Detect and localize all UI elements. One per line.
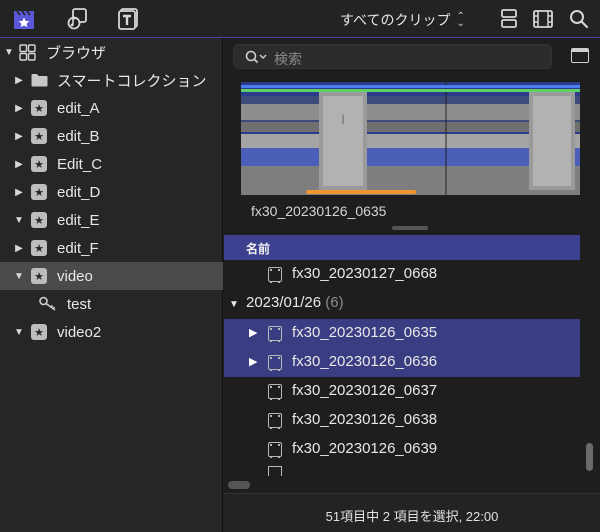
sidebar-item-label: edit_E bbox=[57, 211, 100, 229]
film-clip-icon bbox=[268, 442, 282, 458]
svg-text:|: | bbox=[341, 114, 344, 125]
disclosure-collapsed-icon[interactable]: ▶ bbox=[14, 131, 24, 142]
library-sidebar: ▼ ブラウザ ▶ スマートコレクション ▶ ★ edit_A ▶ ★ edit_… bbox=[0, 38, 223, 532]
disclosure-collapsed-icon[interactable]: ▶ bbox=[14, 159, 24, 170]
disclosure-collapsed-icon[interactable]: ▶ bbox=[14, 75, 24, 86]
list-view-icon[interactable] bbox=[531, 7, 555, 31]
sidebar-item-label: test bbox=[67, 295, 92, 313]
group-date-text: 2023/01/26 bbox=[246, 294, 322, 311]
disclosure-expanded-icon[interactable]: ▼ bbox=[14, 327, 24, 338]
disclosure-expanded-icon[interactable]: ▼ bbox=[14, 271, 24, 282]
clapper-star-icon[interactable] bbox=[12, 7, 36, 31]
table-row[interactable]: fx30_20230126_0639 bbox=[224, 435, 580, 464]
clip-name: fx30_20230126_0638 bbox=[292, 411, 438, 428]
torii-stone-thumbnail: | bbox=[241, 82, 580, 195]
search-placeholder: 検索 bbox=[274, 51, 302, 67]
sidebar-item-edit-a[interactable]: ▶ ★ edit_A bbox=[0, 94, 223, 122]
sidebar-item-label: edit_A bbox=[57, 99, 100, 117]
video-range-line bbox=[241, 89, 580, 92]
sidebar-item-edit-d[interactable]: ▶ ★ edit_D bbox=[0, 178, 223, 206]
date-group-row[interactable]: ▼ 2023/01/26 (6) bbox=[224, 290, 580, 319]
sidebar-item-video[interactable]: ▼ ★ video bbox=[0, 262, 223, 290]
disclosure-expanded-icon[interactable]: ▼ bbox=[229, 299, 239, 310]
sidebar-item-label: ブラウザ bbox=[46, 44, 107, 62]
top-toolbar: すべてのクリップ ⌃ ⌄ bbox=[0, 0, 600, 38]
sidebar-item-edit-f[interactable]: ▶ ★ edit_F bbox=[0, 234, 223, 262]
sidebar-item-label: video2 bbox=[57, 323, 102, 341]
search-options-icon[interactable] bbox=[244, 49, 268, 65]
in-use-range-bar bbox=[306, 190, 416, 194]
sidebar-item-edit-c[interactable]: ▶ ★ Edit_C bbox=[0, 150, 223, 178]
folder-icon bbox=[31, 74, 48, 87]
pane-divider-handle[interactable] bbox=[392, 226, 428, 230]
search-icon[interactable] bbox=[567, 7, 591, 31]
titles-t-icon[interactable] bbox=[117, 7, 141, 31]
sidebar-item-edit-b[interactable]: ▶ ★ edit_B bbox=[0, 122, 223, 150]
chevron-updown-icon: ⌃ ⌄ bbox=[456, 11, 465, 29]
clip-name: fx30_20230127_0668 bbox=[292, 265, 438, 282]
clip-name: fx30_20230126_0635 bbox=[292, 324, 438, 341]
sidebar-item-video2[interactable]: ▼ ★ video2 bbox=[0, 318, 223, 346]
clip-name: fx30_20230126_0637 bbox=[292, 382, 438, 399]
star-event-icon: ★ bbox=[31, 156, 47, 172]
sidebar-item-test[interactable]: test bbox=[0, 290, 223, 318]
partial-row-cutoff bbox=[224, 466, 580, 476]
sidebar-item-smart-collections[interactable]: ▶ スマートコレクション bbox=[0, 66, 223, 94]
table-row[interactable]: fx30_20230126_0637 bbox=[224, 377, 580, 406]
vertical-scrollbar[interactable] bbox=[586, 443, 593, 471]
sidebar-item-label: Edit_C bbox=[57, 155, 103, 173]
table-row[interactable]: fx30_20230127_0668 bbox=[224, 260, 580, 289]
clip-name: fx30_20230126_0639 bbox=[292, 440, 438, 457]
sidebar-item-label: edit_B bbox=[57, 127, 100, 145]
group-date: 2023/01/26 (6) bbox=[246, 294, 344, 311]
film-clip-icon bbox=[268, 413, 282, 429]
sidebar-item-browser[interactable]: ▼ ブラウザ bbox=[0, 38, 223, 66]
sidebar-item-label: edit_F bbox=[57, 239, 99, 257]
clips-filter-popup[interactable]: すべてのクリップ ⌃ ⌄ bbox=[340, 10, 465, 30]
star-event-icon: ★ bbox=[31, 212, 47, 228]
sidebar-toggle-icon[interactable] bbox=[571, 48, 589, 63]
column-header-name[interactable]: 名前 bbox=[224, 235, 580, 260]
search-field[interactable]: 検索 bbox=[233, 44, 552, 69]
sidebar-item-edit-e[interactable]: ▼ ★ edit_E bbox=[0, 206, 223, 234]
film-clip-icon bbox=[268, 384, 282, 400]
disclosure-collapsed-icon[interactable]: ▶ bbox=[249, 355, 257, 368]
audio-range-line bbox=[241, 85, 580, 88]
disclosure-collapsed-icon[interactable]: ▶ bbox=[249, 326, 257, 339]
key-icon bbox=[39, 296, 56, 311]
disclosure-collapsed-icon[interactable]: ▶ bbox=[14, 187, 24, 198]
grid-browser-icon bbox=[19, 44, 36, 61]
table-row[interactable]: ▶ fx30_20230126_0635 bbox=[224, 319, 580, 348]
clip-filmstrip-thumbnail[interactable]: | bbox=[241, 82, 580, 195]
clip-name: fx30_20230126_0636 bbox=[292, 353, 438, 370]
table-row[interactable]: fx30_20230126_0638 bbox=[224, 406, 580, 435]
disclosure-expanded-icon[interactable]: ▼ bbox=[14, 215, 24, 226]
disclosure-collapsed-icon[interactable]: ▶ bbox=[14, 103, 24, 114]
horizontal-scrollbar[interactable] bbox=[228, 481, 250, 489]
star-event-icon: ★ bbox=[31, 100, 47, 116]
film-clip-icon bbox=[268, 267, 282, 283]
filmstrip-view-icon[interactable] bbox=[497, 7, 521, 31]
music-photo-icon[interactable] bbox=[65, 7, 89, 31]
clips-filter-label: すべてのクリップ bbox=[340, 12, 451, 28]
group-count: (6) bbox=[325, 294, 344, 311]
film-clip-icon bbox=[268, 466, 282, 476]
star-event-icon: ★ bbox=[31, 324, 47, 340]
selection-status-bar: 51項目中 2 項目を選択, 22:00 bbox=[224, 493, 600, 532]
star-event-icon: ★ bbox=[31, 240, 47, 256]
star-event-icon: ★ bbox=[31, 268, 47, 284]
film-clip-icon bbox=[268, 326, 282, 342]
filmstrip-clip-name: fx30_20230126_0635 bbox=[251, 203, 387, 219]
sidebar-item-label: edit_D bbox=[57, 183, 101, 201]
star-event-icon: ★ bbox=[31, 184, 47, 200]
sidebar-item-label: スマートコレクション bbox=[57, 72, 207, 90]
disclosure-expanded-icon[interactable]: ▼ bbox=[4, 47, 14, 58]
sidebar-item-label: video bbox=[57, 267, 93, 285]
star-event-icon: ★ bbox=[31, 128, 47, 144]
film-clip-icon bbox=[268, 355, 282, 371]
table-row[interactable]: ▶ fx30_20230126_0636 bbox=[224, 348, 580, 377]
disclosure-collapsed-icon[interactable]: ▶ bbox=[14, 243, 24, 254]
browser-pane: 検索 | fx30_20230126_0635 名前 fx30_20230127… bbox=[224, 38, 600, 532]
